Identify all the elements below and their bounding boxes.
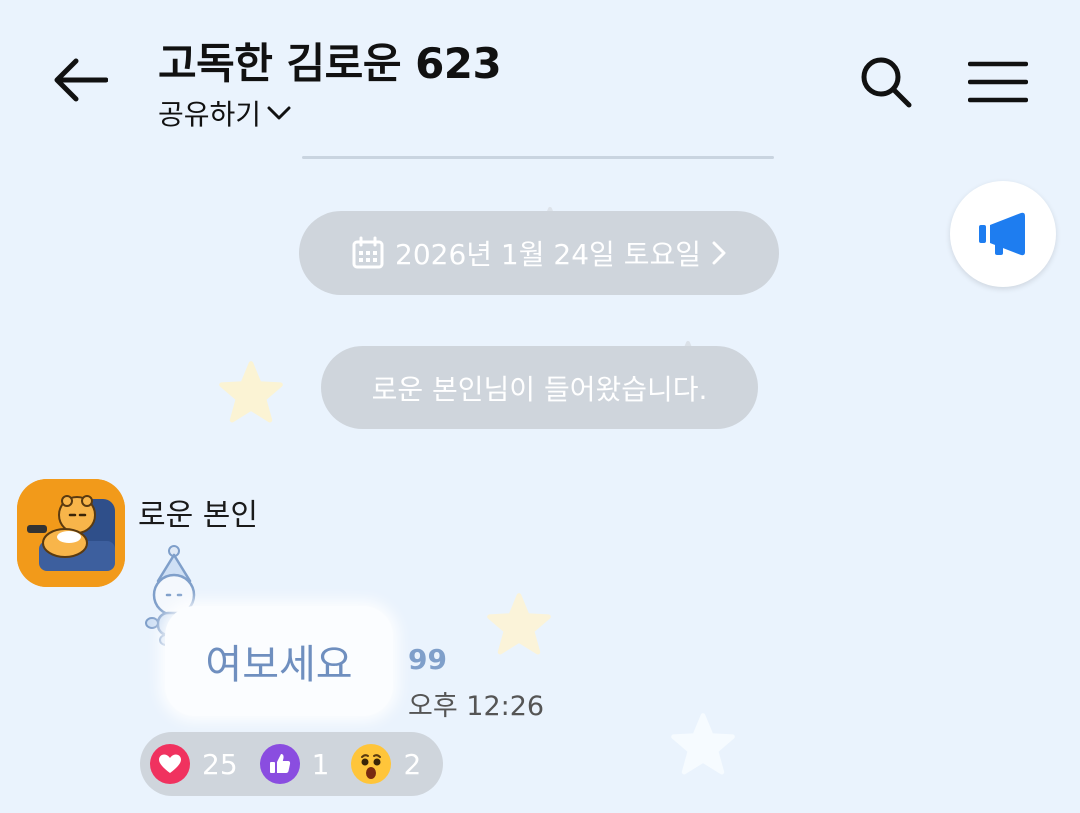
star-decoration-icon bbox=[219, 361, 283, 423]
reaction-surprised[interactable]: 2 bbox=[351, 744, 421, 784]
message-time: 오후 12:26 bbox=[408, 691, 545, 722]
calendar-icon bbox=[352, 236, 384, 269]
announcement-button[interactable] bbox=[950, 181, 1056, 287]
reaction-count: 2 bbox=[403, 747, 422, 781]
heart-icon bbox=[150, 744, 190, 784]
back-button[interactable] bbox=[40, 42, 120, 118]
system-message: 로운 본인님이 들어왔습니다. bbox=[321, 346, 758, 429]
star-decoration-icon bbox=[487, 593, 551, 655]
share-dropdown[interactable]: 공유하기 bbox=[158, 93, 291, 133]
hamburger-menu-icon bbox=[968, 61, 1028, 103]
thumbs-up-icon bbox=[259, 744, 300, 784]
previous-item-edge bbox=[302, 156, 774, 159]
reaction-count: 1 bbox=[311, 747, 330, 781]
reaction-heart[interactable]: 25 bbox=[150, 744, 238, 784]
back-arrow-icon bbox=[54, 58, 108, 102]
search-icon bbox=[861, 57, 912, 108]
reaction-thumbs-up[interactable]: 1 bbox=[259, 744, 330, 784]
share-label: 공유하기 bbox=[158, 98, 262, 131]
star-decoration-icon bbox=[671, 713, 735, 775]
chat-title: 고독한 김로운 623 bbox=[158, 39, 502, 88]
message-bubble[interactable]: 여보세요 bbox=[165, 606, 393, 716]
sender-name: 로운 본인 bbox=[138, 498, 258, 533]
chevron-right-icon bbox=[712, 241, 726, 265]
unread-count: 99 bbox=[408, 643, 447, 676]
reaction-count: 25 bbox=[202, 747, 238, 781]
date-label: 2026년 1월 24일 토요일 bbox=[395, 238, 701, 271]
chevron-down-icon bbox=[267, 106, 291, 120]
ryan-character-avatar-icon bbox=[17, 479, 125, 587]
avatar[interactable] bbox=[17, 479, 125, 587]
search-button[interactable] bbox=[852, 48, 920, 116]
surprised-face-icon bbox=[351, 744, 392, 784]
message-text: 여보세요 bbox=[205, 642, 353, 688]
megaphone-icon bbox=[979, 212, 1025, 256]
reaction-bar[interactable]: 25 1 2 bbox=[140, 732, 443, 796]
date-divider[interactable]: 2026년 1월 24일 토요일 bbox=[299, 211, 779, 295]
menu-button[interactable] bbox=[960, 48, 1036, 116]
